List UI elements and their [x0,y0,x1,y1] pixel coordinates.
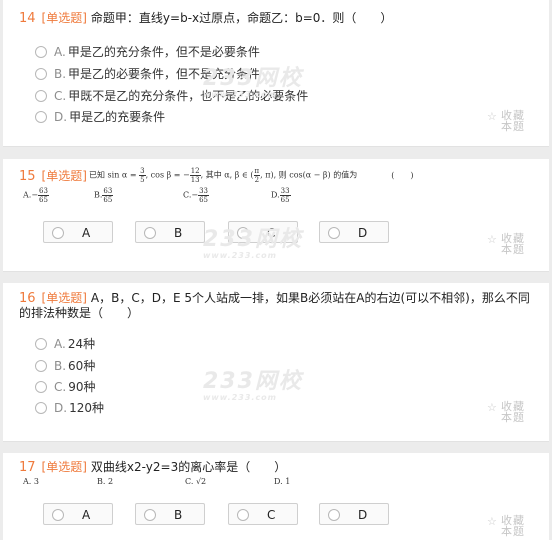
radio-button[interactable] [237,509,249,521]
question-header: 17 [单选题] 双曲线x2-y2=3的离心率是（ ） [19,457,535,478]
question-text-line2: 的排法种数是（ ） [19,306,140,320]
answer-button-c[interactable]: C [228,221,298,243]
question-card-14: 14 [单选题] 命题甲：直线y=b-x过原点，命题乙：b=0．则（ ） A. 甲是乙… [3,0,549,147]
answer-button-d[interactable]: D [319,503,389,525]
question-type: [单选题] [41,11,87,25]
radio-button[interactable] [35,111,47,123]
option-c[interactable]: C. 甲既不是乙的充分条件，也不是乙的必要条件 [35,87,308,105]
formula-choices: A.− 63 65 B. 63 65 C.− 33 65 D. 33 65 [19,187,319,207]
question-number: 15 [19,169,36,184]
question-number: 17 [19,460,36,475]
question-text: 双曲线x2-y2=3的离心率是（ ） [90,460,287,474]
option-a[interactable]: A. 甲是乙的充分条件，但不是必要条件 [35,43,260,61]
answer-button-a[interactable]: A [43,503,113,525]
option-a[interactable]: A. 24种 [35,335,95,353]
radio-button[interactable] [328,509,340,521]
choice-b: B. 63 65 [94,187,114,204]
question-card-15: 15 [单选题] 已知 sin α = 35, cos β = −12 13, 其中… [3,159,549,272]
question-header: 14 [单选题] 命题甲：直线y=b-x过原点，命题乙：b=0．则（ ） [19,8,535,29]
watermark: 233网校 www.233.com [203,369,303,402]
question-type: [单选题] [41,460,87,474]
favorite-button[interactable]: ☆ 收藏本题 [487,515,531,539]
radio-button[interactable] [52,227,64,239]
choice-a: A.− 63 65 [23,187,49,204]
choice-d: D. 1 [274,477,291,486]
option-d[interactable]: D. 甲是乙的充要条件 [35,108,165,126]
answer-button-d[interactable]: D [319,221,389,243]
radio-button[interactable] [328,227,340,239]
question-type: [单选题] [41,169,87,183]
question-card-16: 16 [单选题] A，B，C，D，E 5个人站成一排，如果B必须站在A的右边(可以不… [3,283,549,442]
fraction: 12 13 [189,167,201,184]
radio-button[interactable] [35,402,47,414]
choice-c: C. √2 [185,477,207,486]
question-text: 命题甲：直线y=b-x过原点，命题乙：b=0．则（ ） [90,11,393,25]
question-formula: 已知 sin α = 35, cos β = −12 13, 其中 α, β ∈ … [89,167,414,184]
radio-button[interactable] [144,509,156,521]
radio-button[interactable] [35,68,47,80]
star-icon: ☆ [487,110,497,123]
radio-button[interactable] [237,227,249,239]
radio-button[interactable] [35,46,47,58]
choice-d: D. 33 65 [271,187,291,204]
favorite-button[interactable]: ☆ 收藏本题 [487,401,531,425]
radio-button[interactable] [35,338,47,350]
favorite-button[interactable]: ☆ 收藏本题 [487,233,531,257]
radio-button[interactable] [35,381,47,393]
question-card-17: 17 [单选题] 双曲线x2-y2=3的离心率是（ ） A. 3 B. 2 C. √… [3,453,549,540]
radio-button[interactable] [52,509,64,521]
favorite-button[interactable]: ☆ 收藏本题 [487,110,531,134]
radio-button[interactable] [35,90,47,102]
answer-button-b[interactable]: B [135,503,205,525]
star-icon: ☆ [487,515,497,528]
answer-button-b[interactable]: B [135,221,205,243]
question-number: 14 [19,11,36,26]
star-icon: ☆ [487,401,497,414]
radio-button[interactable] [144,227,156,239]
star-icon: ☆ [487,233,497,246]
answer-button-a[interactable]: A [43,221,113,243]
radio-button[interactable] [35,360,47,372]
option-b[interactable]: B. 60种 [35,357,95,375]
choice-c: C.− 33 65 [183,187,210,204]
option-d[interactable]: D. 120种 [35,399,104,417]
choice-a: A. 3 [23,477,39,486]
formula-choices: A. 3 B. 2 C. √2 D. 1 [19,477,319,489]
option-c[interactable]: C. 90种 [35,378,95,396]
choice-b: B. 2 [97,477,114,486]
answer-button-c[interactable]: C [228,503,298,525]
option-b[interactable]: B. 甲是乙的必要条件，但不是充分条件 [35,65,260,83]
